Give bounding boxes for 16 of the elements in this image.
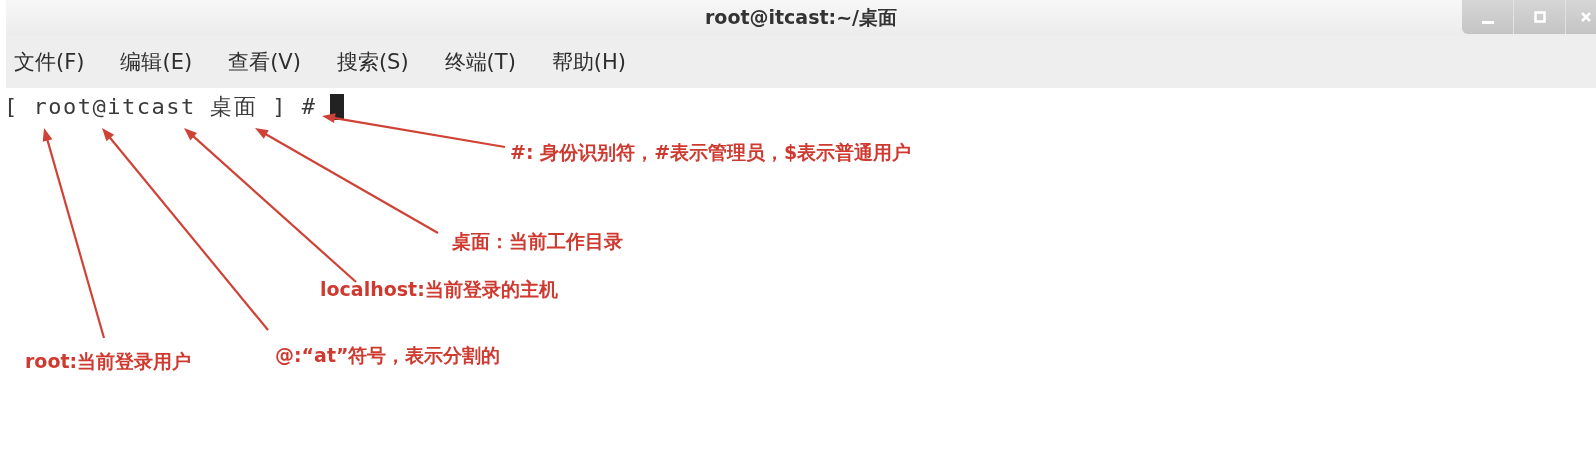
annotation-label: localhost:当前登录的主机 [320,277,558,302]
menu-item[interactable]: 编辑(E) [120,48,193,76]
menu-item[interactable]: 帮助(H) [551,48,626,76]
annotation-label: @:“at”符号，表示分割的 [275,343,501,368]
menu-item[interactable]: 搜索(S) [336,48,409,76]
maximize-icon [1533,11,1546,23]
menu-item[interactable]: 查看(V) [228,48,301,76]
minimize-icon [1481,20,1494,24]
shell-prompt: [ root@itcast 桌面 ] # [4,93,317,121]
window-title: root@itcast:~/桌面 [704,5,898,30]
annotation-label: 桌面：当前工作目录 [452,229,623,254]
annotation-label: root:当前登录用户 [25,349,192,374]
menu-item[interactable]: 文件(F) [14,48,85,76]
close-icon [1580,11,1592,23]
menu-item[interactable]: 终端(T) [444,48,516,76]
annotation-label: #: 身份识别符，#表示管理员，$表示普通用户 [510,140,912,165]
